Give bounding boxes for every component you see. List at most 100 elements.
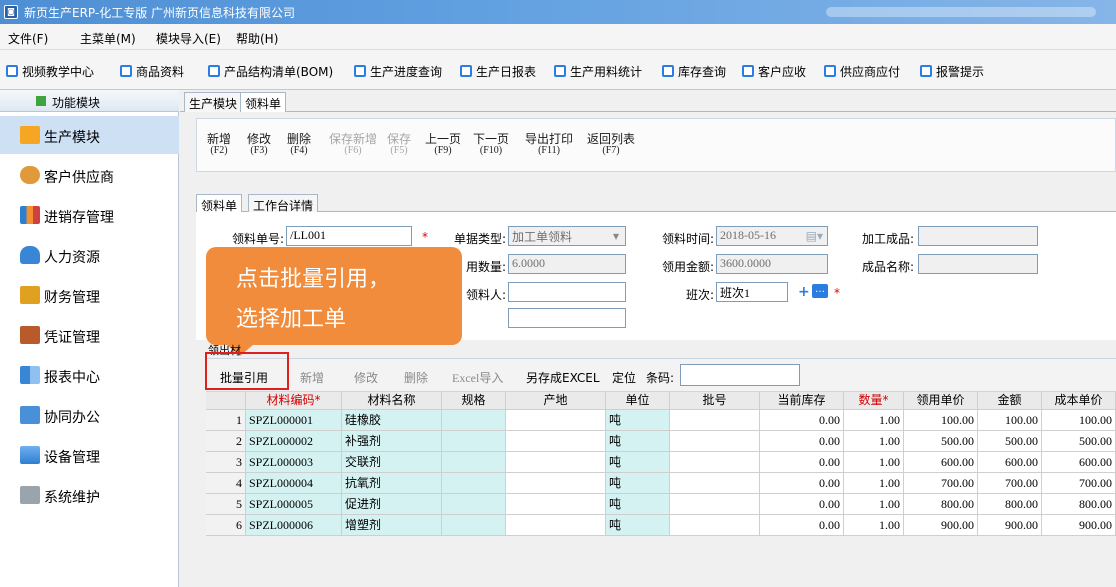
quick-link-stock[interactable]: 库存查询 [662,62,726,80]
sidebar-item-production[interactable]: 生产模块 [0,116,179,154]
table-cell[interactable] [442,494,506,515]
sidebar-item-voucher[interactable]: 凭证管理 [0,316,179,354]
table-row[interactable]: 3 SPZL000003 交联剂吨 0.00 1.00 600.00 600.00 600.0… [206,452,1116,473]
table-cell-name[interactable]: 增塑剂 [342,515,442,536]
col-batch-no[interactable]: 批号 [670,392,760,410]
locate-button[interactable]: 定位 [612,369,636,386]
table-cell[interactable] [506,452,606,473]
table-cell-amount[interactable]: 600.00 [978,452,1042,473]
back-to-list-button[interactable]: 返回列表 (F7) [587,133,635,157]
doc-type-select[interactable]: 加工单领料 ▾ [508,226,626,246]
table-cell[interactable] [506,515,606,536]
table-cell-price[interactable]: 500.00 [904,431,978,452]
sidebar-item-equipment[interactable]: 设备管理 [0,436,179,474]
tab-workbench-details[interactable]: 工作台详情 [248,194,319,214]
table-cell-code[interactable]: SPZL000002 [246,431,342,452]
table-cell[interactable] [506,473,606,494]
table-cell[interactable] [670,494,760,515]
col-origin[interactable]: 产地 [506,392,606,410]
quick-link-daily[interactable]: 生产日报表 [460,62,536,80]
quick-link-products[interactable]: 商品资料 [120,62,184,80]
ellipsis-icon[interactable]: … [812,284,828,298]
product-field[interactable] [918,226,1038,246]
table-row[interactable]: 2 SPZL000002 补强剂吨 0.00 1.00 500.00 500.00 500.0… [206,431,1116,452]
menu-file[interactable]: 文件(F) [8,30,48,47]
table-cell-cost[interactable]: 600.00 [1042,452,1116,473]
table-row[interactable]: 5 SPZL000005 促进剂吨 0.00 1.00 800.00 800.00 800.0… [206,494,1116,515]
table-cell[interactable] [442,515,506,536]
sidebar-item-finance[interactable]: 财务管理 [0,276,179,314]
table-cell[interactable] [670,452,760,473]
table-cell-cost[interactable]: 700.00 [1042,473,1116,494]
sidebar-item-customers[interactable]: 客户供应商 [0,156,179,194]
table-cell-price[interactable]: 700.00 [904,473,978,494]
table-cell-unit[interactable]: 吨 [606,515,670,536]
remark-field[interactable] [508,308,626,328]
tab-material-requisition[interactable]: 领料单 [240,92,287,112]
grid-edit-button[interactable]: 修改 [354,369,378,386]
quick-link-material-stats[interactable]: 生产用料统计 [554,62,642,80]
table-cell-stock[interactable]: 0.00 [760,473,844,494]
table-cell-price[interactable]: 600.00 [904,452,978,473]
col-spec[interactable]: 规格 [442,392,506,410]
col-unit-price[interactable]: 领用单价 [904,392,978,410]
col-quantity[interactable]: 数量* [844,392,904,410]
delete-button[interactable]: 删除 (F4) [287,133,311,157]
table-cell[interactable] [670,515,760,536]
time-field[interactable]: 2018-05-16 ▤▾ [716,226,828,246]
sidebar-item-inventory[interactable]: 进销存管理 [0,196,179,234]
order-no-field[interactable]: /LL001 [286,226,412,246]
table-cell-qty[interactable]: 1.00 [844,473,904,494]
amount-field[interactable]: 3600.0000 [716,254,828,274]
table-cell-unit[interactable]: 吨 [606,431,670,452]
shift-field[interactable]: 班次1 [716,282,788,302]
quick-link-progress[interactable]: 生产进度查询 [354,62,442,80]
sidebar-item-collab[interactable]: 协同办公 [0,396,179,434]
table-cell-qty[interactable]: 1.00 [844,515,904,536]
grid-delete-button[interactable]: 删除 [404,369,428,386]
table-row[interactable]: 6 SPZL000006 增塑剂吨 0.00 1.00 900.00 900.00 900.0… [206,515,1116,536]
table-cell[interactable] [670,431,760,452]
plus-icon[interactable]: + [798,284,810,300]
col-cost-price[interactable]: 成本单价 [1042,392,1116,410]
quick-link-payable[interactable]: 供应商应付 [824,62,900,80]
save-as-excel-button[interactable]: 另存成EXCEL [526,369,600,386]
table-cell-code[interactable]: SPZL000006 [246,515,342,536]
save-new-button[interactable]: 保存新增 (F6) [329,133,377,157]
table-cell-stock[interactable]: 0.00 [760,410,844,431]
picker-field[interactable] [508,282,626,302]
excel-import-button[interactable]: Excel导入 [452,369,503,386]
table-cell-qty[interactable]: 1.00 [844,494,904,515]
table-cell-code[interactable]: SPZL000005 [246,494,342,515]
table-cell-amount[interactable]: 900.00 [978,515,1042,536]
table-cell[interactable] [442,431,506,452]
menu-help[interactable]: 帮助(H) [236,30,278,47]
table-cell-qty[interactable]: 1.00 [844,410,904,431]
table-cell-stock[interactable]: 0.00 [760,452,844,473]
table-cell-amount[interactable]: 800.00 [978,494,1042,515]
table-cell[interactable] [670,473,760,494]
prev-page-button[interactable]: 上一页 (F9) [425,133,461,157]
product-name-field[interactable] [918,254,1038,274]
table-cell-cost[interactable]: 800.00 [1042,494,1116,515]
barcode-input[interactable] [680,364,800,386]
table-cell[interactable] [506,431,606,452]
quick-link-alert[interactable]: 报警提示 [920,62,984,80]
table-cell-code[interactable]: SPZL000004 [246,473,342,494]
table-cell[interactable] [506,494,606,515]
table-cell-name[interactable]: 促进剂 [342,494,442,515]
table-cell-code[interactable]: SPZL000003 [246,452,342,473]
table-cell-amount[interactable]: 100.00 [978,410,1042,431]
tab-requisition-form[interactable]: 领料单 [196,194,243,214]
table-cell-unit[interactable]: 吨 [606,473,670,494]
table-cell-unit[interactable]: 吨 [606,452,670,473]
menu-module-import[interactable]: 模块导入(E) [156,30,221,47]
table-cell-stock[interactable]: 0.00 [760,515,844,536]
col-material-name[interactable]: 材料名称 [342,392,442,410]
tab-production[interactable]: 生产模块 [184,92,243,112]
table-cell[interactable] [442,410,506,431]
table-row[interactable]: 4 SPZL000004 抗氧剂吨 0.00 1.00 700.00 700.00 700.0… [206,473,1116,494]
sidebar-item-reports[interactable]: 报表中心 [0,356,179,394]
table-cell-cost[interactable]: 500.00 [1042,431,1116,452]
table-cell[interactable] [442,473,506,494]
